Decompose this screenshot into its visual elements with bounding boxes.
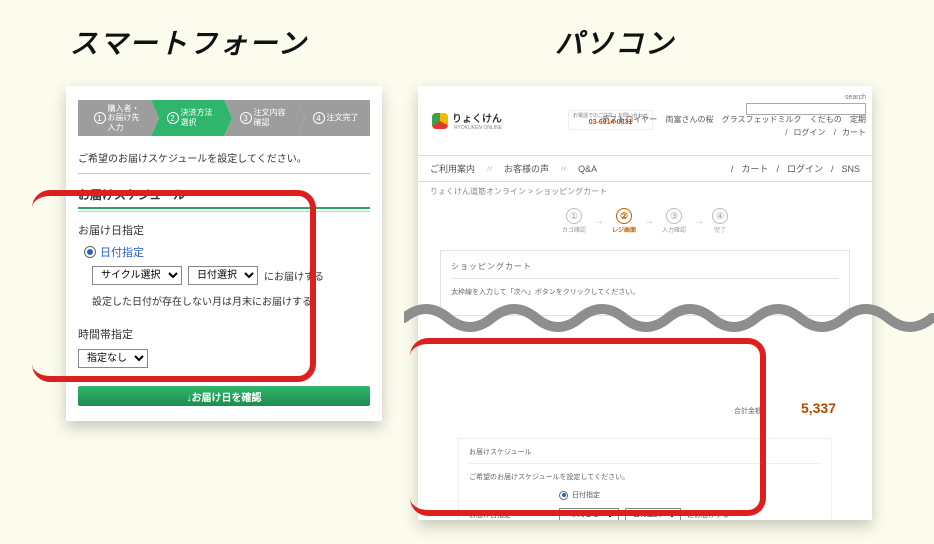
pc-total-value: 5,337: [801, 400, 836, 416]
pc-deliver-date-label: お届け日指定: [469, 510, 529, 520]
pc-date-radio[interactable]: 日付指定: [559, 490, 600, 500]
pc-logo[interactable]: りょくけん RYOKUKEN ONLINE: [432, 110, 502, 131]
pc-step-4-num: ④: [712, 208, 728, 224]
pc-step-indicator: ① カゴ確認 → ② レジ画面 → ③ 入力確認 → ④ 完了: [418, 208, 872, 234]
arrow-right-icon: →: [594, 216, 604, 227]
pc-nav: ご利用案内 〃 お客様の声 〃 Q&A /カート /ログイン /SNS: [418, 156, 872, 182]
pc-step-2: ② レジ画面: [612, 208, 636, 234]
sp-step-1-num: 1: [94, 112, 106, 124]
sp-date-note: 設定した日付が存在しない月は月末にお届けする: [92, 293, 370, 308]
pc-tag-login[interactable]: ログイン: [794, 128, 826, 137]
radio-dot-icon: [559, 491, 568, 500]
pc-search-label: search: [746, 94, 866, 101]
pc-nav-sep-icon: 〃: [485, 162, 494, 175]
sp-step-indicator: 1 購入者・ お届け先 入力 2 決済方法 選択 3 注文内容 確認 4 注文完…: [78, 100, 370, 136]
arrow-right-icon: →: [644, 216, 654, 227]
pc-tag[interactable]: グラスフェッドミルク: [722, 115, 802, 124]
pc-tag[interactable]: くだもの: [810, 115, 842, 124]
pc-step-1-label: カゴ確認: [562, 225, 586, 234]
pc-step-4-label: 完了: [714, 225, 726, 234]
pc-deliv-divider: [469, 463, 821, 464]
pc-panel-divider: [451, 278, 839, 279]
pc-total-label: 合計金額: [734, 406, 762, 416]
sp-section-underline: [78, 211, 370, 212]
sp-time-label: 時間帯指定: [78, 326, 370, 342]
pc-nav-sub-item[interactable]: カート: [741, 162, 768, 175]
pc-step-1: ① カゴ確認: [562, 208, 586, 234]
pc-nav-sub-item[interactable]: SNS: [841, 164, 860, 174]
pc-nav-item[interactable]: お客様の声: [504, 162, 549, 175]
pc-heading: パソコン: [555, 22, 675, 62]
sp-date-radio-label: 日付指定: [100, 244, 144, 260]
sp-step-3-label: 注文内容 確認: [254, 108, 286, 127]
sp-date-radio[interactable]: 日付指定: [84, 244, 370, 260]
sp-step-2-label: 決済方法 選択: [181, 108, 213, 127]
sp-deliver-date-label: お届け日指定: [78, 222, 370, 238]
sp-date-select[interactable]: 日付選択: [188, 266, 258, 285]
pc-tag[interactable]: デストロイヤー: [601, 115, 657, 124]
pc-screenshot: りょくけん RYOKUKEN ONLINE お電話でのご注文・お問い合わせ 03…: [418, 86, 872, 520]
pc-tag[interactable]: 両富さんの桜: [665, 115, 713, 124]
pc-deliv-title: お届けスケジュール: [469, 447, 821, 457]
pc-date-select[interactable]: 日付選択: [625, 508, 681, 520]
sp-step-4-num: 4: [313, 112, 325, 124]
sp-deliver-suffix: にお届けする: [264, 268, 324, 283]
sp-instruction-text: ご希望のお届けスケジュールを設定してください。: [78, 150, 370, 165]
pc-logo-icon: [432, 113, 448, 129]
pc-step-3-label: 入力確認: [662, 225, 686, 234]
sp-step-1-label: 購入者・ お届け先 入力: [108, 104, 140, 133]
pc-logo-subtext: RYOKUKEN ONLINE: [454, 125, 502, 131]
pc-step-3-num: ③: [666, 208, 682, 224]
sp-step-3-num: 3: [240, 112, 252, 124]
pc-deliv-note: ご希望のお届けスケジュールを設定してください。: [469, 472, 821, 482]
pc-tag-cart[interactable]: カート: [842, 128, 866, 137]
pc-cycle-select[interactable]: 1か月ごと: [559, 508, 619, 520]
sp-divider: [78, 173, 370, 174]
pc-breadcrumb-item[interactable]: りょくけん道筋オンライン: [430, 187, 526, 196]
pc-panel-note: 太枠線を入力して「次へ」ボタンをクリックしてください。: [451, 287, 839, 297]
pc-step-2-num: ②: [616, 208, 632, 224]
pc-breadcrumb: りょくけん道筋オンライン > ショッピングカート: [430, 186, 607, 197]
pc-tag[interactable]: 定期: [850, 115, 866, 124]
radio-dot-icon: [84, 246, 96, 258]
pc-cart-panel: ショッピングカート 太枠線を入力して「次へ」ボタンをクリックしてください。: [440, 250, 850, 316]
sp-step-2-num: 2: [167, 112, 179, 124]
sp-step-4-label: 注文完了: [327, 113, 359, 123]
pc-panel-title: ショッピングカート: [451, 261, 839, 272]
pc-breadcrumb-item[interactable]: ショッピングカート: [535, 187, 607, 196]
pc-header-tags: デストロイヤー 両富さんの桜 グラスフェッドミルク くだもの 定期 /ログイン …: [595, 114, 866, 140]
pc-step-4: ④ 完了: [712, 208, 728, 234]
pc-deliver-suffix: にお届けする: [687, 510, 729, 520]
pc-step-3: ③ 入力確認: [662, 208, 686, 234]
pc-logo-text: りょくけん: [452, 110, 502, 125]
smartphone-screenshot: 1 購入者・ お届け先 入力 2 決済方法 選択 3 注文内容 確認 4 注文完…: [66, 86, 382, 421]
sp-confirm-button[interactable]: ↓お届け日を確認: [78, 386, 370, 406]
pc-nav-item[interactable]: ご利用案内: [430, 162, 475, 175]
smartphone-heading: スマートフォーン: [70, 22, 308, 62]
pc-date-radio-label: 日付指定: [572, 490, 600, 500]
sp-step-2: 2 決済方法 選択: [151, 100, 224, 136]
sp-section-title: お届けスケジュール: [78, 186, 370, 209]
sp-step-4: 4 注文完了: [297, 100, 370, 136]
sp-time-select[interactable]: 指定なし: [78, 349, 148, 368]
pc-nav-item[interactable]: Q&A: [578, 164, 597, 174]
pc-step-1-num: ①: [566, 208, 582, 224]
sp-cycle-select[interactable]: サイクル選択: [92, 266, 182, 285]
pc-header: りょくけん RYOKUKEN ONLINE お電話でのご注文・お問い合わせ 03…: [418, 86, 872, 156]
sp-step-1: 1 購入者・ お届け先 入力: [78, 100, 151, 136]
sp-step-3: 3 注文内容 確認: [224, 100, 297, 136]
pc-step-2-label: レジ画面: [612, 225, 636, 234]
pc-nav-sep-icon: 〃: [559, 162, 568, 175]
arrow-right-icon: →: [694, 216, 704, 227]
pc-delivery-panel: お届けスケジュール ご希望のお届けスケジュールを設定してください。 日付指定 お…: [458, 438, 832, 520]
pc-nav-sub-item[interactable]: ログイン: [787, 162, 823, 175]
